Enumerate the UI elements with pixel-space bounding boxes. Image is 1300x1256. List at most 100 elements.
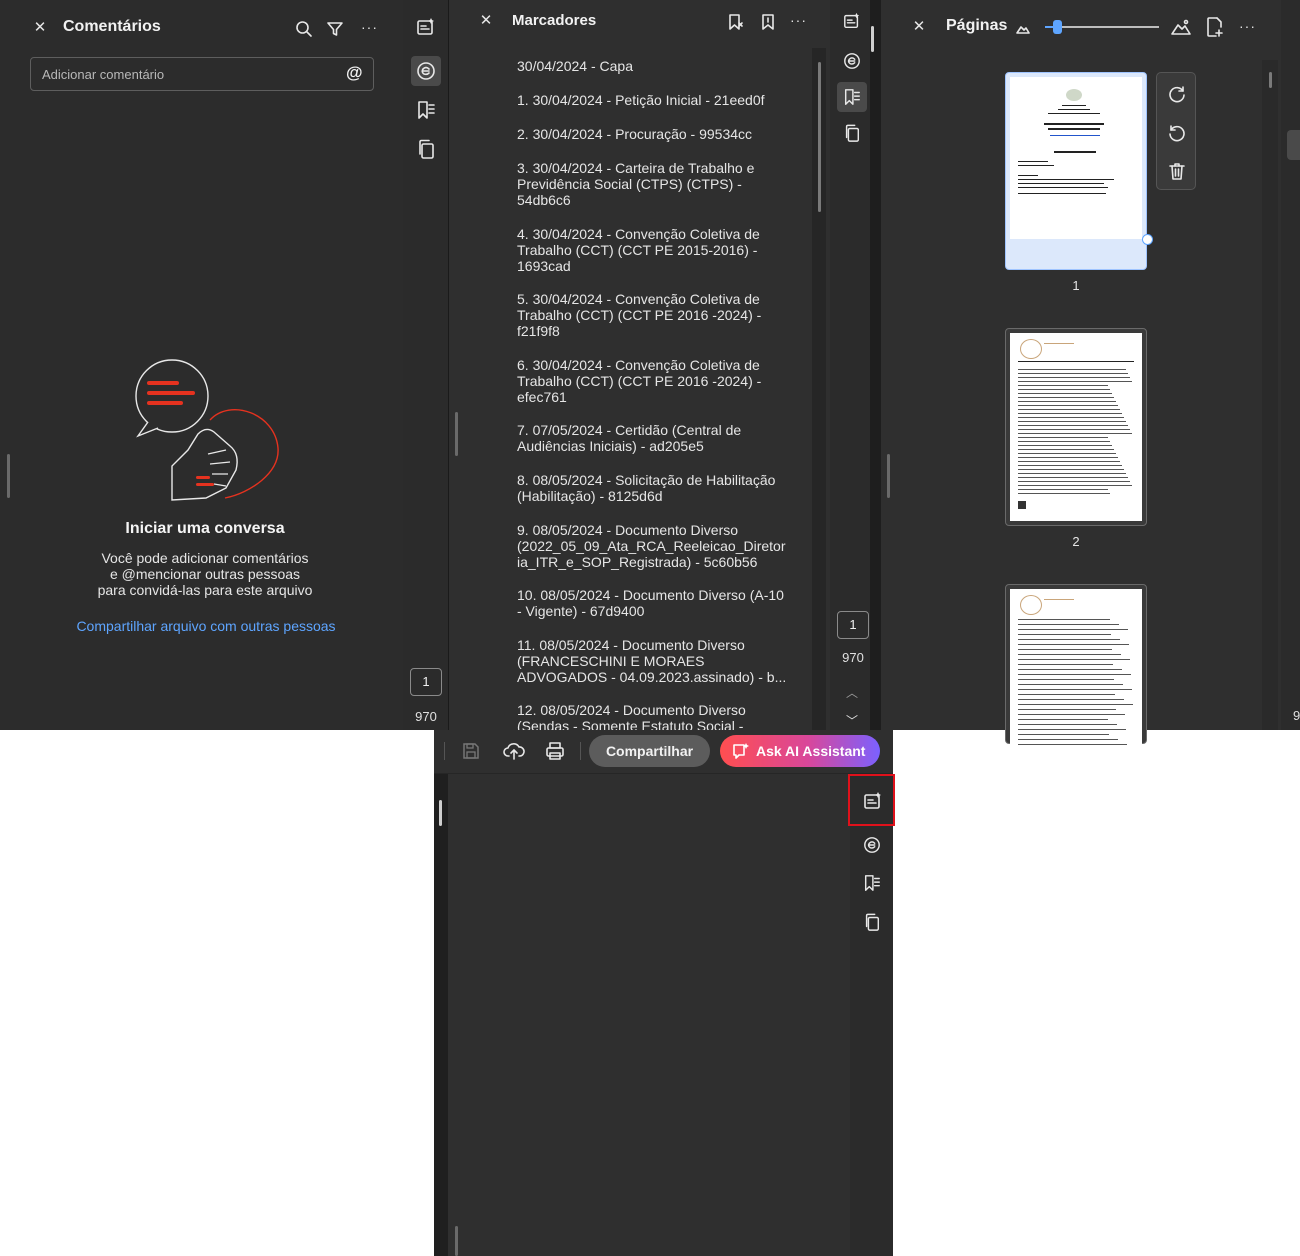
- page-thumbnail-3[interactable]: [1005, 584, 1147, 749]
- comments-panel: ✕ Comentários ··· Adicionar comentário @…: [0, 0, 403, 730]
- bookmark-item[interactable]: 5. 30/04/2024 - Convenção Coletiva de Tr…: [517, 291, 787, 339]
- cloud-upload-icon[interactable]: [503, 741, 525, 761]
- page-label-1: 1: [1072, 278, 1080, 293]
- bookmark-item[interactable]: 2. 30/04/2024 - Procuração - 99534cc: [517, 126, 787, 142]
- zoom-slider-knob[interactable]: [1053, 20, 1062, 34]
- filter-icon[interactable]: [327, 21, 343, 37]
- bookmark-item[interactable]: 7. 07/05/2024 - Certidão (Central de Aud…: [517, 422, 787, 454]
- page-actions-menu: [1156, 72, 1196, 190]
- thumb2-text-lines: [1010, 333, 1142, 521]
- resize-handle[interactable]: [455, 1226, 458, 1256]
- scrollbar-thumb[interactable]: [818, 62, 821, 212]
- close-comments-button[interactable]: ✕: [32, 20, 48, 36]
- share-button[interactable]: Compartilhar: [589, 735, 710, 767]
- page-down-icon[interactable]: ﹀: [846, 712, 858, 729]
- rotate-counterclockwise-icon[interactable]: [1167, 122, 1187, 142]
- thumb-text-line: [1018, 694, 1115, 695]
- resize-handle[interactable]: [439, 800, 442, 826]
- comments-tool[interactable]: [837, 46, 867, 76]
- bookmarks-tool[interactable]: [837, 82, 867, 112]
- thumb-text-line: [1018, 437, 1108, 438]
- bookmark-outline-icon[interactable]: [760, 13, 776, 31]
- bookmark-item[interactable]: 4. 30/04/2024 - Convenção Coletiva de Tr…: [517, 226, 787, 274]
- thumb-text-line: [1018, 714, 1125, 715]
- comments-tool[interactable]: [411, 56, 441, 86]
- page-number-input[interactable]: 1: [837, 611, 869, 639]
- page-thumbnail-2[interactable]: [1005, 328, 1147, 526]
- bookmark-item[interactable]: 12. 08/05/2024 - Documento Diverso (Send…: [517, 702, 787, 730]
- thumb-text-line: [1018, 409, 1120, 410]
- insert-page-icon[interactable]: [1206, 17, 1224, 37]
- bookmark-item[interactable]: 1. 30/04/2024 - Petição Inicial - 21eed0…: [517, 92, 787, 108]
- ask-ai-assistant-button[interactable]: Ask AI Assistant: [720, 735, 880, 767]
- thumb-text-line: [1018, 465, 1122, 466]
- pages-tool[interactable]: [857, 907, 887, 937]
- bookmark-item[interactable]: 11. 08/05/2024 - Documento Diverso (FRAN…: [517, 637, 787, 685]
- thumb-text-line: [1018, 485, 1132, 486]
- more-options-icon[interactable]: ···: [790, 12, 807, 28]
- close-bookmarks-button[interactable]: ✕: [478, 13, 494, 29]
- thumb-text-line: [1018, 669, 1122, 670]
- search-icon[interactable]: [295, 20, 313, 38]
- scrollbar-thumb[interactable]: [1269, 72, 1272, 88]
- selection-handle[interactable]: [1142, 234, 1153, 245]
- bookmarks-scrollbar[interactable]: [812, 48, 826, 730]
- empty-state-desc-3: para convidá-las para este arquivo: [97, 582, 313, 598]
- close-pages-button[interactable]: ✕: [911, 19, 927, 35]
- page-total: 970: [415, 709, 437, 724]
- bookmark-item[interactable]: 6. 30/04/2024 - Convenção Coletiva de Tr…: [517, 357, 787, 405]
- ai-summary-tool-highlighted[interactable]: [848, 774, 895, 826]
- comments-tool[interactable]: [857, 830, 887, 860]
- zoom-in-mountain-icon[interactable]: [1171, 19, 1191, 35]
- thumb-text-line: [1018, 421, 1126, 422]
- bookmark-item[interactable]: 10. 08/05/2024 - Documento Diverso (A-10…: [517, 587, 787, 619]
- thumb-text-line: [1018, 699, 1124, 700]
- pages-scrollbar[interactable]: [1262, 60, 1278, 730]
- resize-handle[interactable]: [887, 454, 890, 498]
- bookmarks-tool[interactable]: [857, 868, 887, 898]
- delete-page-icon[interactable]: [1167, 161, 1187, 181]
- thumbnail-zoom-slider[interactable]: [1045, 20, 1159, 34]
- thumb-text-line: [1018, 664, 1113, 665]
- empty-state-desc-2: e @mencionar outras pessoas: [109, 566, 301, 582]
- share-file-link[interactable]: Compartilhar arquivo com outras pessoas: [0, 618, 403, 634]
- thumb-text-line: [1018, 461, 1120, 462]
- page-preview-2: [1010, 333, 1142, 521]
- rail3-item[interactable]: [1287, 130, 1300, 160]
- bookmark-item[interactable]: 30/04/2024 - Capa: [517, 58, 787, 74]
- thumb-text-line: [1018, 397, 1114, 398]
- thumb-text-line: [1018, 709, 1116, 710]
- resize-handle[interactable]: [455, 412, 458, 456]
- page-label-2: 2: [1072, 534, 1080, 549]
- add-bookmark-icon[interactable]: [727, 13, 745, 31]
- ai-assistant-icon: [733, 743, 749, 759]
- print-icon[interactable]: [545, 741, 565, 761]
- ai-summary-tool[interactable]: [837, 6, 867, 36]
- comment-input[interactable]: Adicionar comentário @: [30, 57, 374, 91]
- pages-tool[interactable]: [837, 118, 867, 148]
- more-options-icon[interactable]: ···: [1239, 18, 1256, 34]
- pages-tool[interactable]: [411, 134, 441, 164]
- zoom-out-mountain-icon[interactable]: [1016, 22, 1030, 34]
- right-rail-bottom: [848, 774, 895, 1256]
- left-edge-strip: [434, 774, 448, 1256]
- resize-handle[interactable]: [7, 454, 10, 498]
- save-icon[interactable]: [462, 742, 480, 760]
- bookmark-item[interactable]: 9. 08/05/2024 - Documento Diverso (2022_…: [517, 522, 787, 570]
- rotate-clockwise-icon[interactable]: [1167, 83, 1187, 103]
- page-thumbnail-1[interactable]: [1005, 72, 1153, 270]
- page-preview-1: [1010, 77, 1142, 239]
- comment-input-placeholder: Adicionar comentário: [42, 67, 165, 82]
- bookmark-item[interactable]: 8. 08/05/2024 - Solicitação de Habilitaç…: [517, 472, 787, 504]
- mention-icon[interactable]: @: [346, 63, 363, 83]
- page-up-icon[interactable]: ︿: [846, 684, 858, 701]
- document-canvas[interactable]: [448, 774, 850, 1256]
- thumb-text-line: [1018, 417, 1124, 418]
- thumb-text-line: [1018, 401, 1116, 402]
- thumb-text-line: [1018, 634, 1111, 635]
- page-number-input[interactable]: 1: [410, 668, 442, 696]
- more-options-icon[interactable]: ···: [361, 19, 378, 35]
- bookmarks-tool[interactable]: [411, 95, 441, 125]
- ai-summary-tool[interactable]: [411, 12, 441, 42]
- bookmark-item[interactable]: 3. 30/04/2024 - Carteira de Trabalho e P…: [517, 160, 787, 208]
